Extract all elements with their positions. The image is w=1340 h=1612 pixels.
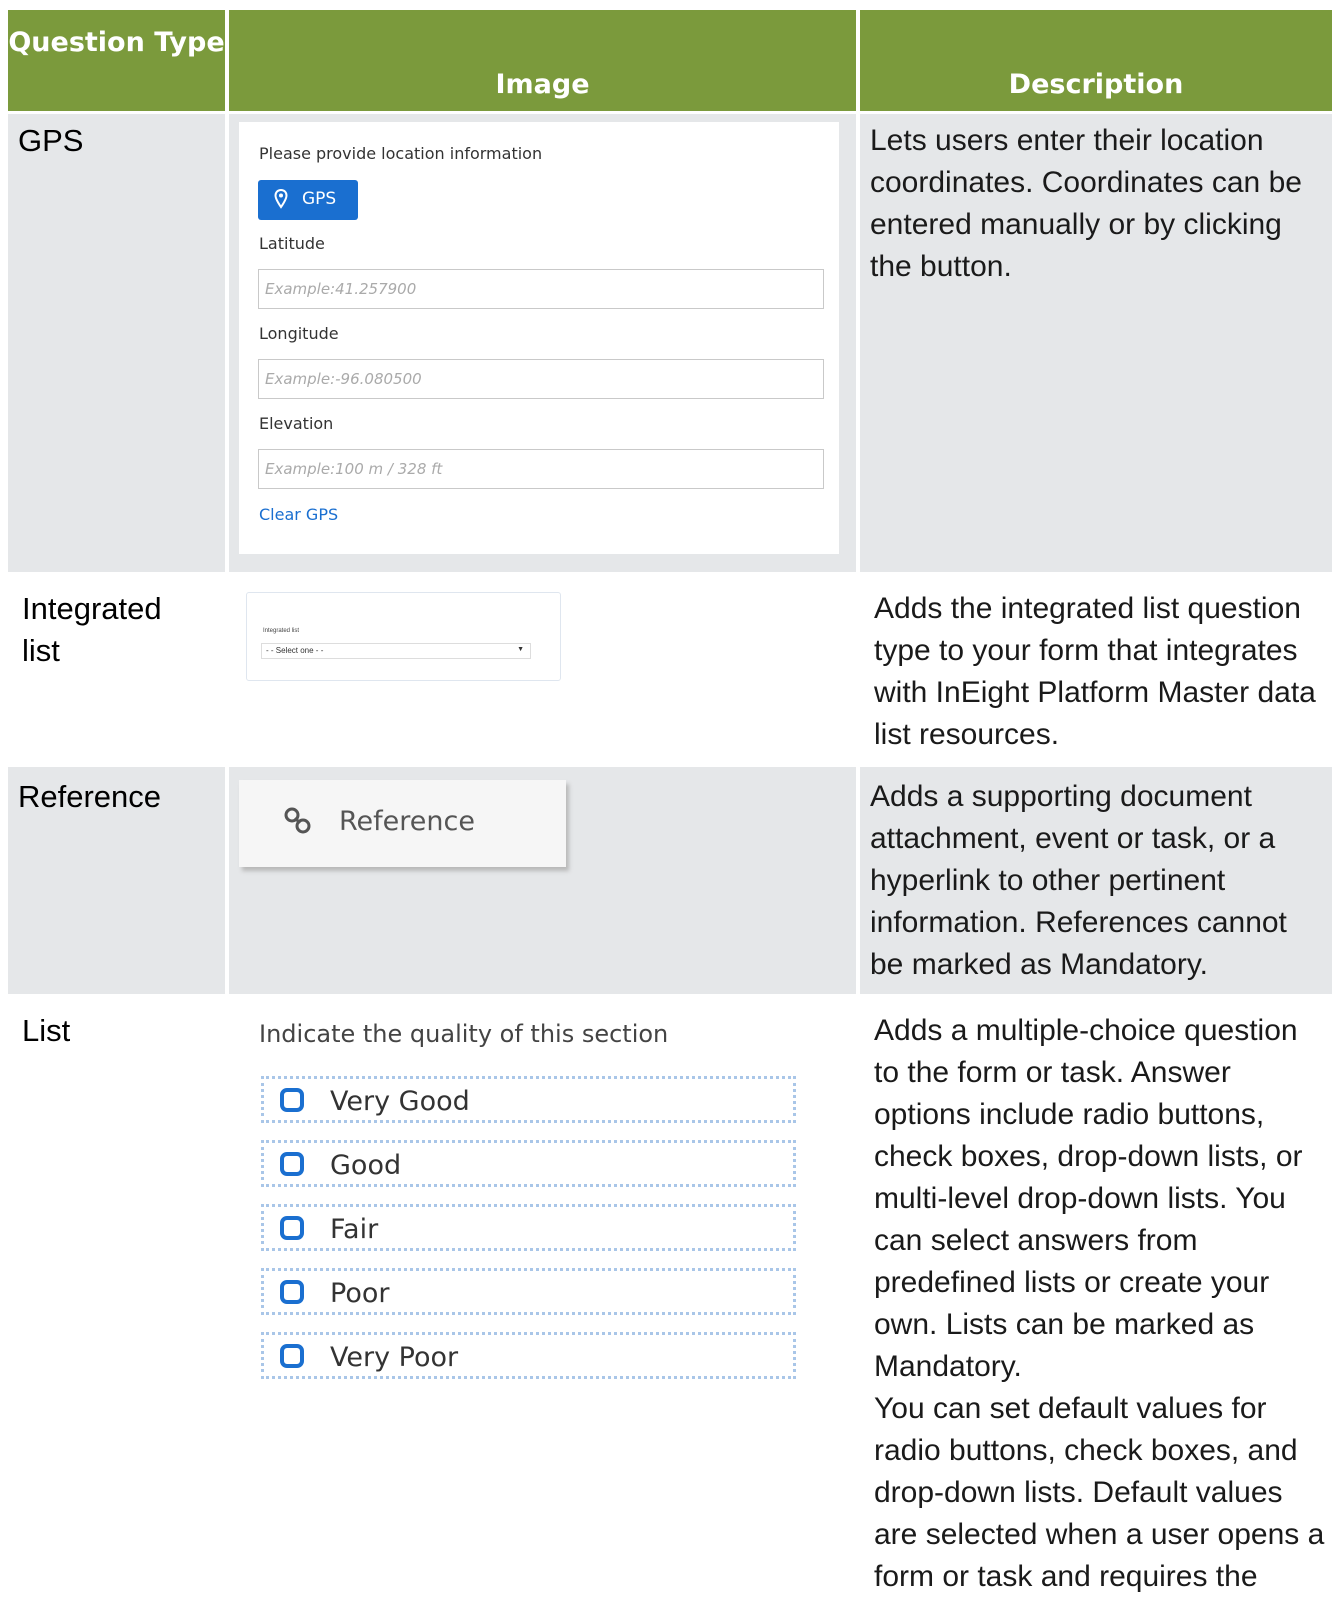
list-option-label: Very Poor [330, 1342, 459, 1373]
row-list-description: Adds a multiple-choice question to the f… [874, 1010, 1330, 1598]
row-gps-type-cell [8, 114, 225, 572]
row-integrated-list-description: Adds the integrated list question type t… [874, 592, 1316, 751]
header-image: Image [229, 10, 856, 111]
caret-down-icon: ▼ [517, 646, 524, 653]
checkbox-icon[interactable] [280, 1152, 304, 1176]
row-list-type: List [22, 1013, 71, 1048]
checkbox-icon[interactable] [280, 1280, 304, 1304]
integrated-list-select-value: - - Select one - - [266, 646, 324, 655]
elevation-input[interactable]: Example:100 m / 328 ft [258, 449, 824, 489]
row-list-description-paragraph-1: Adds a multiple-choice question to the f… [874, 1014, 1303, 1383]
clear-gps-link[interactable]: Clear GPS [259, 505, 338, 524]
gps-button[interactable]: GPS [258, 180, 358, 220]
list-option-label: Poor [330, 1278, 390, 1309]
list-option[interactable]: Very Poor [261, 1332, 796, 1379]
checkbox-icon[interactable] [280, 1216, 304, 1240]
integrated-list-select[interactable]: - - Select one - - ▼ [261, 643, 531, 659]
row-integrated-list-type: Integrated list [22, 591, 162, 668]
row-gps-type: GPS [18, 123, 84, 158]
latitude-input[interactable]: Example:41.257900 [258, 269, 824, 309]
location-pin-icon [274, 188, 288, 214]
integrated-list-label: Integrated list [263, 628, 300, 634]
list-option-label: Fair [330, 1214, 379, 1245]
list-option-label: Very Good [330, 1086, 470, 1117]
header-description: Description [860, 10, 1332, 111]
longitude-input[interactable]: Example:-96.080500 [258, 359, 824, 399]
reference-button-label: Reference [339, 806, 475, 837]
gps-prompt: Please provide location information [259, 144, 543, 163]
gps-question-card: Please provide location information GPS … [239, 122, 839, 554]
list-option[interactable]: Poor [261, 1268, 796, 1315]
integrated-list-card: Integrated list - - Select one - - ▼ [246, 592, 561, 681]
header-question-type: Question Type [8, 10, 225, 111]
longitude-label: Longitude [259, 324, 339, 343]
checkbox-icon[interactable] [280, 1344, 304, 1368]
checkbox-icon[interactable] [280, 1088, 304, 1112]
list-option[interactable]: Very Good [261, 1076, 796, 1123]
list-option-label: Good [330, 1150, 402, 1181]
latitude-label: Latitude [259, 234, 325, 253]
list-option[interactable]: Fair [261, 1204, 796, 1251]
gps-button-label: GPS [302, 189, 337, 209]
row-reference-type: Reference [18, 779, 162, 814]
row-list-description-paragraph-2: You can set default values for radio but… [874, 1392, 1325, 1593]
row-gps-description: Lets users enter their location coordina… [870, 124, 1302, 283]
list-question-text: Indicate the quality of this section [259, 1020, 669, 1048]
row-reference-description: Adds a supporting document attachment, e… [870, 780, 1287, 981]
elevation-label: Elevation [259, 414, 334, 433]
reference-button[interactable]: Reference [239, 780, 566, 867]
link-icon [283, 806, 313, 841]
list-option[interactable]: Good [261, 1140, 796, 1187]
